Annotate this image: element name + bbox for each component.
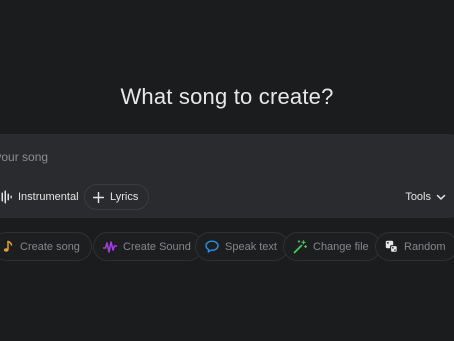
dice-icon [385,240,398,253]
instrumental-toggle[interactable]: Instrumental [0,184,79,210]
page: What song to create? ribe your song Inst… [0,0,454,341]
waveform-icon [0,190,12,204]
create-sound-button[interactable]: Create Sound [93,232,203,261]
random-label: Random [404,240,446,253]
change-file-label: Change file [313,240,369,253]
tools-label: Tools [405,191,431,203]
plus-icon [93,191,104,203]
speak-text-label: Speak text [225,240,277,253]
create-sound-label: Create Sound [123,240,191,253]
create-song-button[interactable]: Create song [0,232,92,261]
speech-bubble-icon [205,240,219,253]
tools-dropdown[interactable]: Tools [405,184,446,210]
magic-wand-icon [293,239,307,254]
random-button[interactable]: Random [375,232,454,261]
soundwave-icon [103,240,117,253]
change-file-button[interactable]: Change file [283,232,381,261]
page-title: What song to create? [120,84,334,109]
chevron-down-icon [436,192,446,202]
create-song-label: Create song [20,240,80,253]
lyrics-label: Lyrics [110,191,139,203]
lyrics-button[interactable]: Lyrics [84,184,150,210]
music-note-icon [2,240,14,253]
prompt-input[interactable]: ribe your song [0,150,48,164]
speak-text-button[interactable]: Speak text [195,232,289,261]
instrumental-label: Instrumental [18,191,79,203]
